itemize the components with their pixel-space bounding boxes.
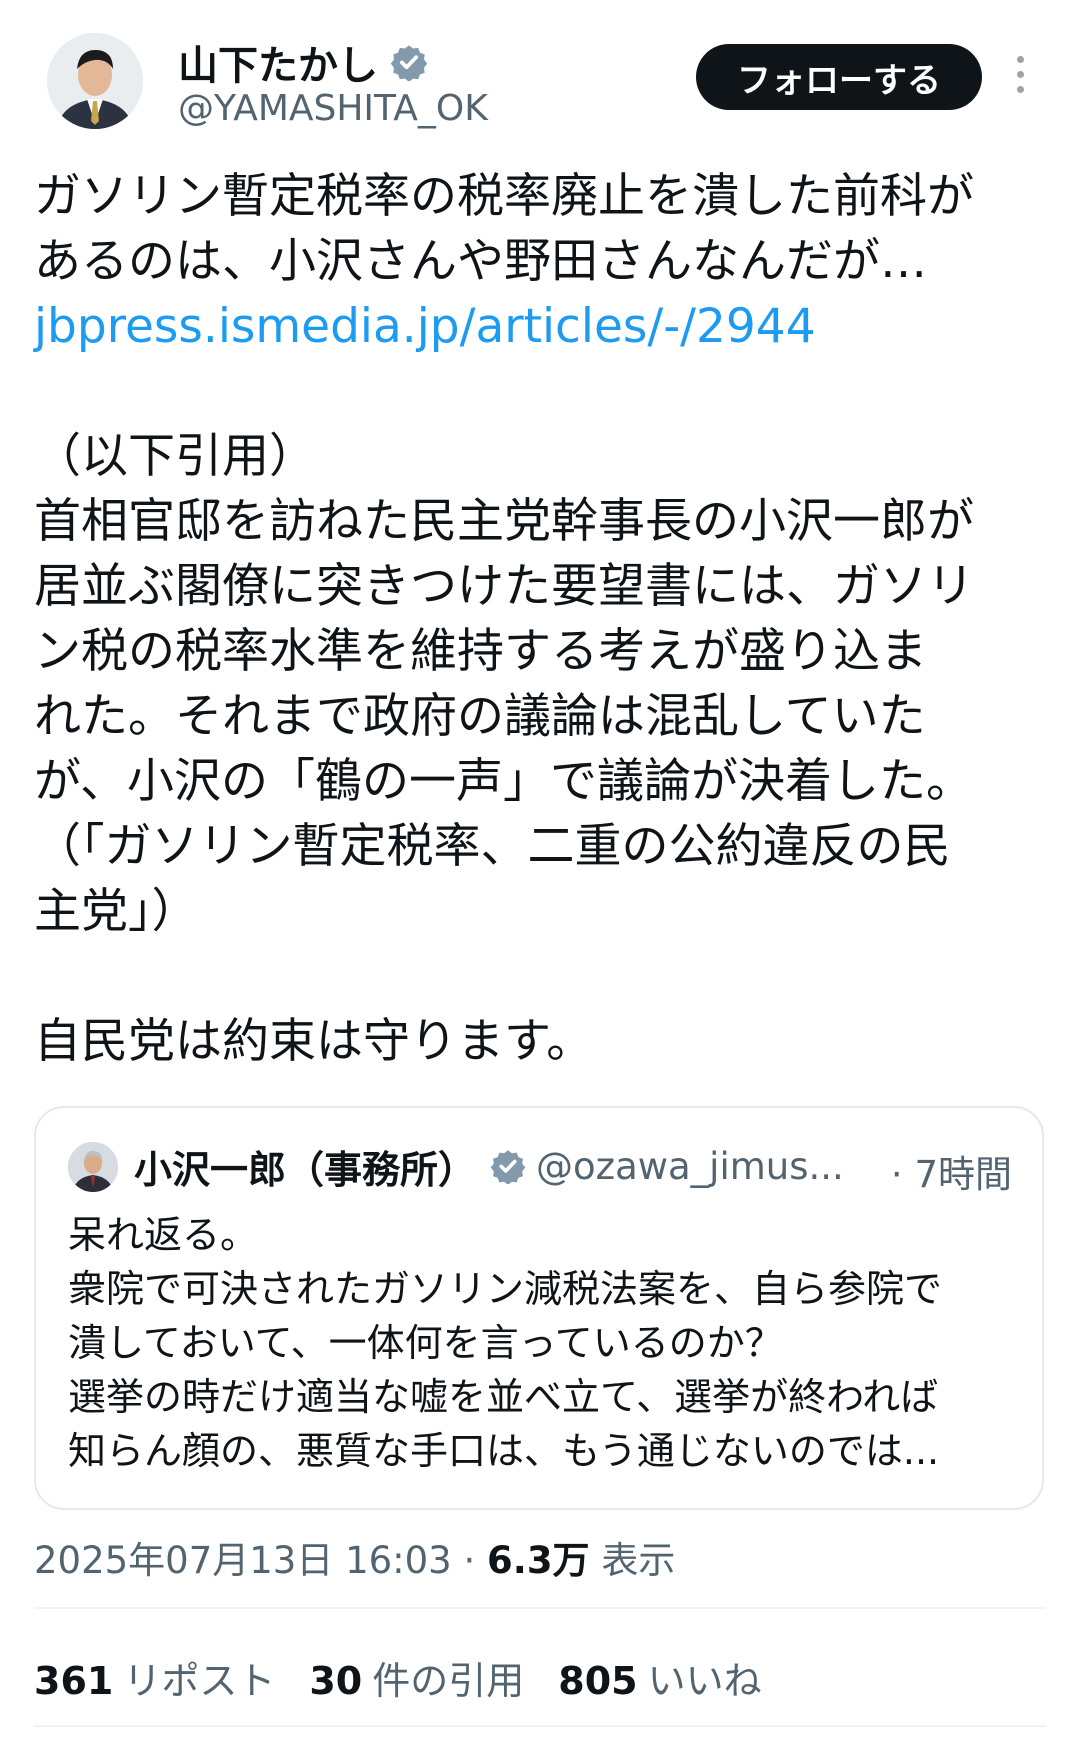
tweet-timestamp[interactable]: 2025年07月13日 16:03 <box>34 1539 452 1582</box>
author-handle[interactable]: @YAMASHITA_OK <box>178 88 488 129</box>
engagement-stats: 361 リポスト 30 件の引用 805 いいね <box>34 1650 762 1705</box>
follow-button[interactable]: フォローする <box>696 44 982 110</box>
tweet-line: （「ガソリン暫定税率、二重の公約違反の民 <box>34 819 951 874</box>
quoted-line: 潰しておいて、一体何を言っているのか？ <box>68 1321 783 1365</box>
quoted-line: 知らん顔の、悪質な手口は、もう通じないのでは... <box>68 1429 940 1473</box>
verified-badge-icon <box>390 45 428 81</box>
quoted-author-avatar[interactable] <box>68 1142 118 1192</box>
quoted-timestamp[interactable]: · 7時間 <box>891 1144 1012 1198</box>
quote-count: 30 <box>309 1659 363 1703</box>
quoted-line: 呆れ返る。 <box>68 1213 259 1257</box>
tweet-body: ガソリン暫定税率の税率廃止を潰した前科が あるのは、小沢さんや野田さんなんだが…… <box>34 164 1054 1074</box>
like-label: いいね <box>647 1659 762 1703</box>
tweet-header: 山下たかし @YAMASHITA_OK フォローする <box>0 0 1080 150</box>
quoted-tweet-card[interactable]: 小沢一郎（事務所） @ozawa_jimus... · 7時間 呆れ返る。 衆院… <box>34 1106 1044 1510</box>
quote-label: 件の引用 <box>372 1659 525 1703</box>
repost-stat[interactable]: 361 リポスト <box>34 1650 275 1705</box>
meta-separator: · <box>451 1539 488 1582</box>
tweet-line: れた。それまで政府の議論は混乱していた <box>34 689 926 744</box>
tweet-line: ガソリン暫定税率の税率廃止を潰した前科が <box>34 169 974 224</box>
quoted-author-handle[interactable]: @ozawa_jimus... <box>536 1145 844 1188</box>
author-name-row: 山下たかし <box>178 38 428 89</box>
author-avatar[interactable] <box>47 33 143 129</box>
like-count: 805 <box>558 1659 638 1703</box>
tweet-line: （以下引用） <box>34 429 316 484</box>
tweet-line: 自民党は約束は守ります。 <box>34 1014 594 1069</box>
tweet-line: 居並ぶ閣僚に突きつけた要望書には、ガソリ <box>34 559 974 614</box>
tweet-line: あるのは、小沢さんや野田さんなんだが… <box>34 234 927 289</box>
view-label: 表示 <box>589 1539 676 1582</box>
author-name[interactable]: 山下たかし <box>178 33 378 91</box>
divider <box>34 1607 1046 1609</box>
tweet-line: が、小沢の「鶴の一声」で議論が決着した。 <box>34 754 974 809</box>
divider <box>34 1725 1046 1727</box>
more-vertical-icon[interactable] <box>1012 56 1028 100</box>
repost-count: 361 <box>34 1659 114 1703</box>
tweet-meta: 2025年07月13日 16:03 · 6.3万 表示 <box>34 1530 675 1584</box>
repost-label: リポスト <box>123 1659 276 1703</box>
verified-badge-icon <box>490 1150 526 1184</box>
view-count[interactable]: 6.3万 <box>487 1539 590 1582</box>
quoted-author-name[interactable]: 小沢一郎（事務所） <box>134 1139 476 1194</box>
tweet-line: 首相官邸を訪ねた民主党幹事長の小沢一郎が <box>34 494 974 549</box>
quote-stat[interactable]: 30 件の引用 <box>309 1650 524 1705</box>
tweet-line: 主党」） <box>34 884 199 939</box>
like-stat[interactable]: 805 いいね <box>558 1650 761 1705</box>
quoted-body: 呆れ返る。 衆院で可決されたガソリン減税法案を、自ら参院で 潰しておいて、一体何… <box>68 1208 942 1478</box>
quoted-line: 衆院で可決されたガソリン減税法案を、自ら参院で <box>68 1267 943 1311</box>
tweet-line: ン税の税率水準を維持する考えが盛り込ま <box>34 624 927 679</box>
quoted-line: 選挙の時だけ適当な嘘を並べ立て、選挙が終われば <box>68 1375 939 1419</box>
article-link[interactable]: jbpress.ismedia.jp/articles/-/2944 <box>34 294 1054 359</box>
quoted-header: 小沢一郎（事務所） @ozawa_jimus... <box>134 1138 844 1194</box>
